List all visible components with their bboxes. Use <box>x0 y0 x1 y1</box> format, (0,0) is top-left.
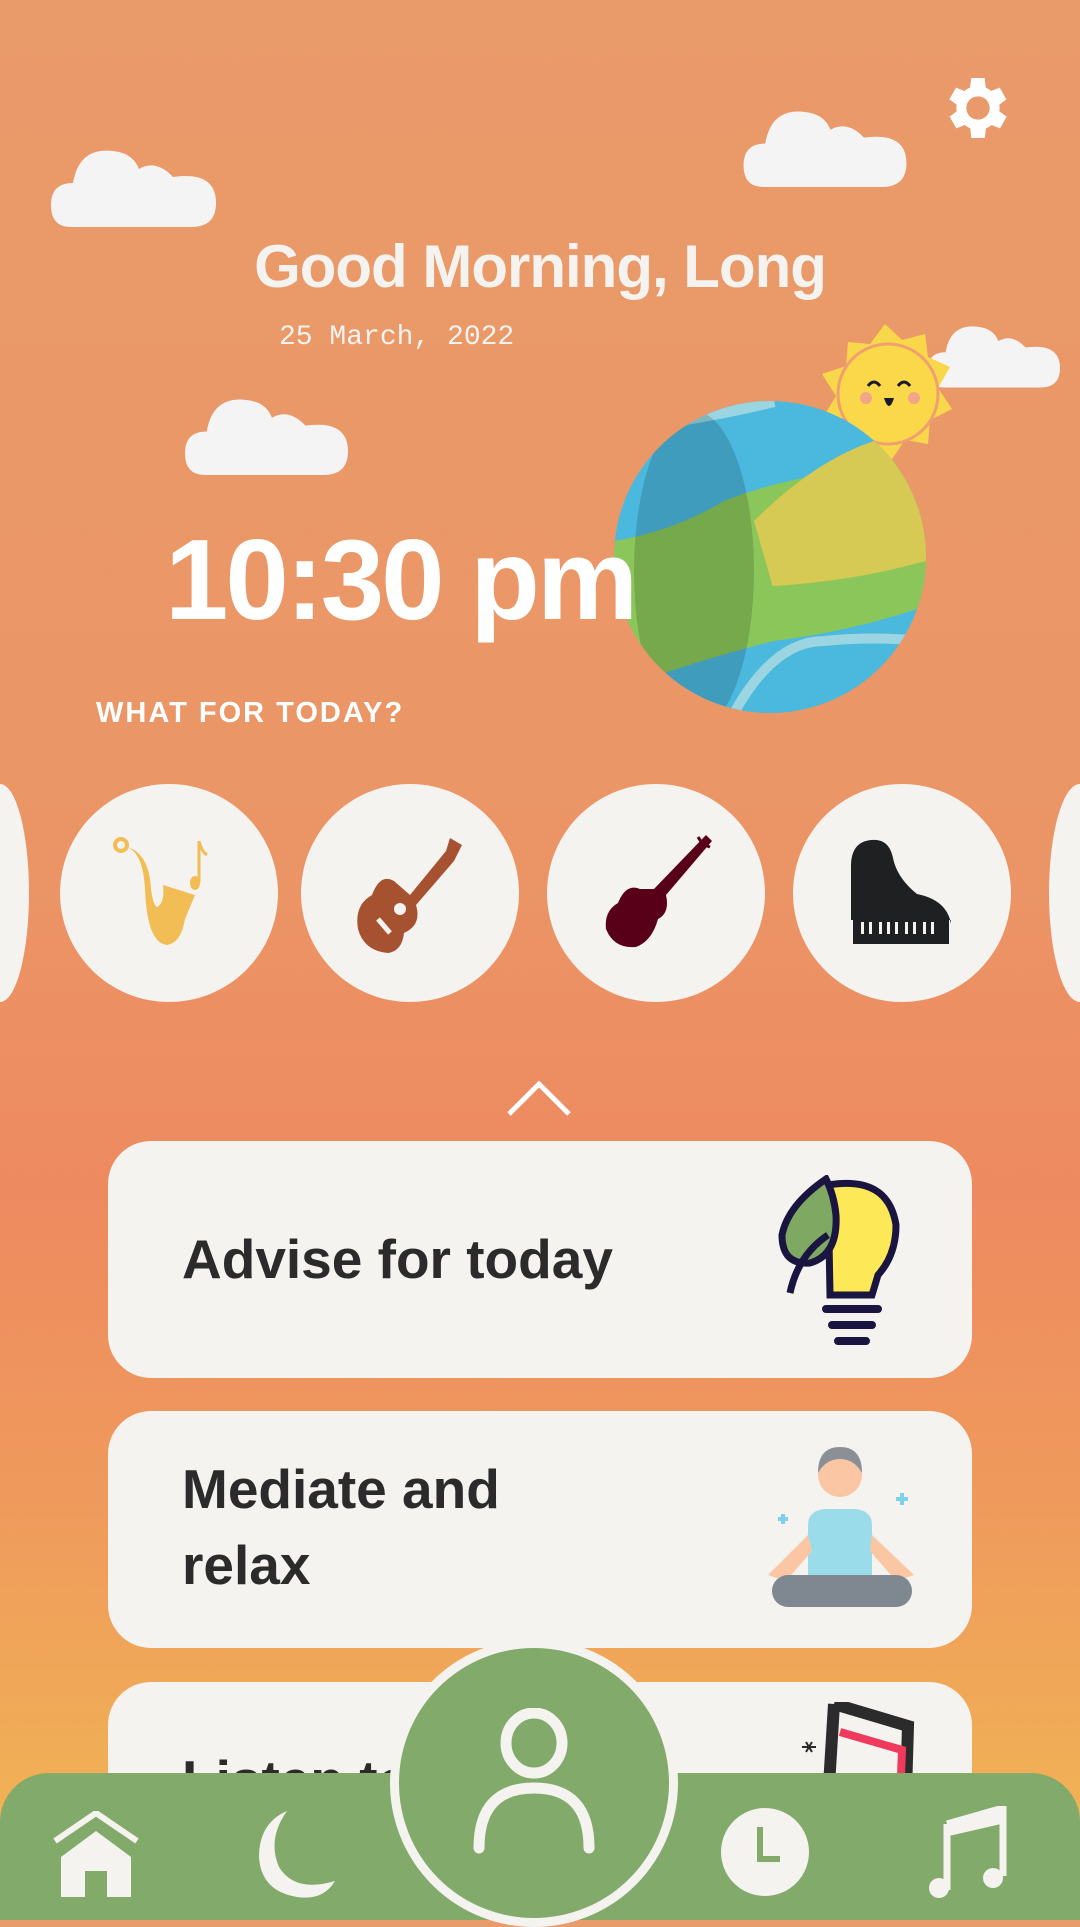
instrument-partial-left[interactable] <box>0 784 29 1002</box>
cloud <box>743 111 907 187</box>
clock-icon <box>721 1808 809 1896</box>
violin-icon <box>605 835 712 948</box>
profile-icon <box>473 1708 595 1854</box>
piano-icon <box>851 839 951 944</box>
cloud <box>185 399 348 475</box>
greeting-title: Good Morning, Long <box>254 233 827 300</box>
card-advise[interactable]: Advise for today <box>108 1141 972 1378</box>
nav-profile[interactable] <box>390 1639 678 1927</box>
nav-music[interactable] <box>917 1806 1017 1898</box>
card-meditate[interactable]: Mediate and relax <box>108 1411 972 1648</box>
gear-icon[interactable] <box>938 68 1018 148</box>
saxophone-icon <box>113 837 208 945</box>
meditation-person-icon <box>768 1447 914 1607</box>
cloud <box>51 150 216 227</box>
nav-clock[interactable] <box>715 1806 815 1898</box>
chevron-up-icon[interactable] <box>505 1078 573 1118</box>
instrument-saxophone[interactable] <box>60 784 278 1002</box>
time-display: 10:30 pm <box>165 517 638 644</box>
music-icon <box>929 1806 1007 1898</box>
card-label: Mediate and relax <box>182 1458 500 1596</box>
date-text: 25 March, 2022 <box>279 322 515 353</box>
instrument-guitar[interactable] <box>301 784 519 1002</box>
moon-icon <box>259 1811 335 1898</box>
lightbulb-leaf-icon <box>778 1175 900 1345</box>
guitar-icon <box>357 838 462 953</box>
nav-home[interactable] <box>46 1808 146 1900</box>
section-title: WHAT FOR TODAY? <box>96 697 405 729</box>
card-label: Advise for today <box>182 1228 613 1290</box>
instrument-piano[interactable] <box>793 784 1011 1002</box>
instrument-partial-right[interactable] <box>1049 784 1080 1002</box>
nav-sleep[interactable] <box>250 1808 350 1900</box>
planet-illustration <box>614 401 926 713</box>
instrument-violin[interactable] <box>547 784 765 1002</box>
home-icon <box>53 1811 139 1897</box>
